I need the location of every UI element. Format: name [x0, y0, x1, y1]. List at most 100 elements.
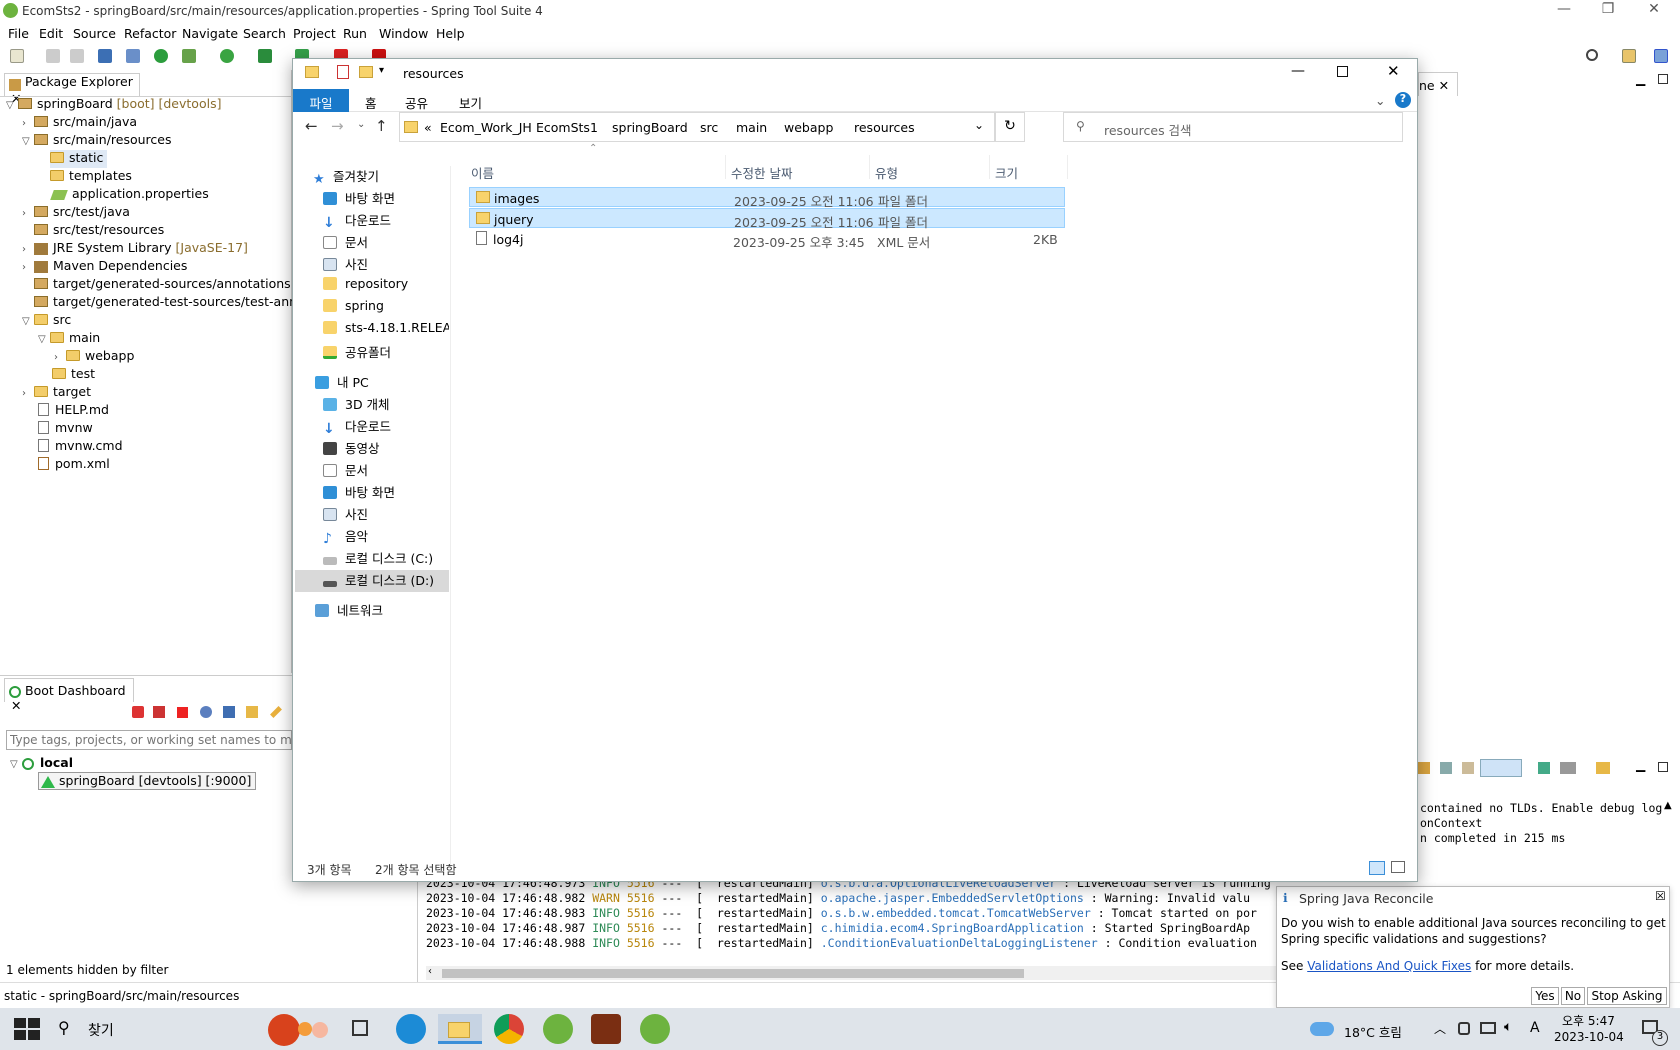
tree-row[interactable]: mvnw.cmd — [38, 438, 123, 456]
menu-project[interactable]: Project — [293, 26, 336, 41]
console-tool-icon[interactable] — [1596, 762, 1610, 774]
breadcrumb-item[interactable]: webapp — [784, 120, 833, 135]
breadcrumb-item[interactable]: springBoard — [612, 120, 688, 135]
column-name[interactable]: 이름 — [471, 163, 494, 182]
minimize-view-icon[interactable]: ▁ — [1636, 72, 1645, 86]
help-icon[interactable]: ? — [1395, 92, 1411, 108]
console-app-icon[interactable] — [223, 706, 235, 718]
nav-item[interactable]: 사진 — [323, 504, 479, 526]
file-row[interactable]: log4j 2023-09-25 오후 3:45 XML 문서 2KB — [469, 229, 1065, 250]
skip-breakpoints-icon[interactable] — [126, 49, 140, 63]
boot-dashboard-tab[interactable]: Boot Dashboard ✕ — [4, 678, 134, 713]
tree-row[interactable]: target/generated-test-sources/test-annot… — [34, 294, 292, 312]
ribbon-tab-file[interactable]: 파일 — [293, 89, 349, 112]
menu-navigate[interactable]: Navigate — [182, 26, 238, 41]
minimize-button[interactable]: — — [1550, 1, 1578, 21]
tree-row[interactable]: › JRE System Library [JavaSE-17] — [22, 240, 248, 258]
tree-row[interactable]: test — [52, 366, 95, 384]
local-target-row[interactable]: ▽ local — [10, 755, 73, 773]
menu-window[interactable]: Window — [379, 26, 428, 41]
close-button[interactable]: ✕ — [1640, 1, 1668, 21]
tree-row[interactable]: ▽ src/main/resources — [22, 132, 171, 150]
back-button[interactable]: ← — [305, 117, 318, 135]
tree-row[interactable]: target/generated-sources/annotations — [34, 276, 291, 294]
column-date[interactable]: 수정한 날짜 — [731, 163, 792, 182]
console-tool-icon[interactable] — [1440, 762, 1452, 774]
nav-item[interactable]: spring — [323, 298, 479, 320]
boot-filter-input[interactable] — [6, 730, 292, 750]
nav-item[interactable]: 로컬 디스크 (C:) — [323, 548, 479, 570]
close-tab-icon[interactable]: ✕ — [11, 698, 21, 713]
restore-button[interactable]: ❐ — [1594, 1, 1622, 21]
tree-row[interactable]: › Maven Dependencies — [22, 258, 187, 276]
open-perspective-icon[interactable] — [1622, 49, 1636, 63]
console-hscroll[interactable]: ‹ — [426, 966, 1276, 980]
tree-row[interactable]: mvnw — [38, 420, 93, 438]
coverage-icon[interactable] — [258, 49, 272, 63]
nav-item[interactable]: 3D 개체 — [323, 394, 479, 416]
save-icon[interactable] — [46, 49, 60, 63]
scroll-up-icon[interactable]: ▲ — [1664, 800, 1672, 811]
clock-date[interactable]: 2023-10-04 — [1554, 1030, 1624, 1044]
chrome-icon[interactable] — [494, 1014, 524, 1044]
breadcrumb-item[interactable]: EcomSts1 — [536, 120, 598, 135]
tree-row[interactable]: ▽ main — [38, 330, 100, 348]
refresh-button[interactable]: ↻ — [995, 112, 1025, 142]
scroll-thumb[interactable] — [442, 969, 1024, 978]
nav-item[interactable]: 동영상 — [323, 438, 479, 460]
console-tool-icon[interactable] — [1560, 762, 1576, 774]
tray-chevron-icon[interactable]: ︿ — [1434, 1020, 1446, 1037]
explorer-minimize-button[interactable]: — — [1291, 63, 1305, 79]
tree-row-project[interactable]: ▽ springBoard [boot] [devtools] — [6, 96, 221, 114]
menu-search[interactable]: Search — [243, 26, 286, 41]
menu-run[interactable]: Run — [343, 26, 367, 41]
tree-row[interactable]: HELP.md — [38, 402, 109, 420]
nav-item[interactable]: 공유폴더 — [323, 342, 479, 364]
no-button[interactable]: No — [1561, 987, 1585, 1005]
stop-app-icon[interactable] — [177, 707, 188, 718]
menu-source[interactable]: Source — [73, 26, 116, 41]
scroll-left-icon[interactable]: ‹ — [428, 966, 432, 977]
spring-perspective-icon[interactable] — [1654, 49, 1668, 63]
nav-item[interactable]: sts-4.18.1.RELEASE — [323, 320, 449, 342]
nav-item[interactable]: repository — [323, 276, 479, 298]
minimize-view-icon[interactable]: ▁ — [1636, 758, 1645, 772]
nav-item[interactable]: 문서 — [323, 232, 479, 254]
tree-row[interactable]: › webapp — [54, 348, 134, 366]
nav-this-pc[interactable]: 내 PC — [315, 372, 471, 394]
sts2-taskbar-icon[interactable] — [640, 1014, 670, 1044]
menu-edit[interactable]: Edit — [39, 26, 63, 41]
large-icons-view-icon[interactable] — [1391, 861, 1405, 873]
breadcrumb-overflow[interactable]: « — [424, 120, 432, 135]
nav-network[interactable]: 네트워크 — [315, 600, 471, 622]
popup-close-icon[interactable]: ☒ — [1655, 889, 1666, 903]
explorer-maximize-button[interactable] — [1337, 66, 1348, 77]
sts-taskbar-icon[interactable] — [543, 1014, 573, 1044]
boot-icon[interactable] — [154, 49, 168, 63]
recent-dropdown-icon[interactable]: ⌄ — [357, 119, 365, 130]
nav-item-selected[interactable]: 로컬 디스크 (D:) — [295, 570, 449, 592]
tree-row[interactable]: templates — [50, 168, 132, 186]
package-explorer-tab[interactable]: Package Explorer ✕ — [4, 73, 140, 106]
task-view-icon[interactable] — [352, 1020, 368, 1036]
tray-device-icon[interactable] — [1458, 1022, 1470, 1035]
ribbon-expand-icon[interactable]: ⌄ — [1375, 93, 1385, 108]
restart-icon[interactable] — [153, 706, 165, 718]
console-tool-icon[interactable] — [1538, 762, 1550, 774]
app-row[interactable]: springBoard [devtools] [:9000] — [38, 772, 257, 790]
edit-icon[interactable] — [270, 706, 282, 718]
volume-icon[interactable]: 🔈︎ — [1504, 1019, 1512, 1035]
breadcrumb-item[interactable]: main — [736, 120, 767, 135]
run-icon[interactable] — [220, 49, 234, 63]
ribbon-tab-share[interactable]: 공유 — [405, 93, 428, 112]
expose-icon[interactable] — [246, 706, 258, 718]
console-tool-icon[interactable] — [1462, 762, 1474, 774]
menu-help[interactable]: Help — [436, 26, 465, 41]
right-view-tab[interactable]: ne ✕ — [1418, 72, 1458, 96]
breadcrumb-item[interactable]: resources — [854, 120, 915, 135]
file-row[interactable]: jquery 2023-09-25 오전 11:06 파일 폴더 — [469, 208, 1065, 230]
properties-qat-icon[interactable] — [337, 65, 349, 79]
tree-row[interactable]: application.properties — [50, 186, 209, 204]
weather-text[interactable]: 18°C 흐림 — [1344, 1022, 1402, 1041]
ribbon-tab-view[interactable]: 보기 — [459, 93, 482, 112]
